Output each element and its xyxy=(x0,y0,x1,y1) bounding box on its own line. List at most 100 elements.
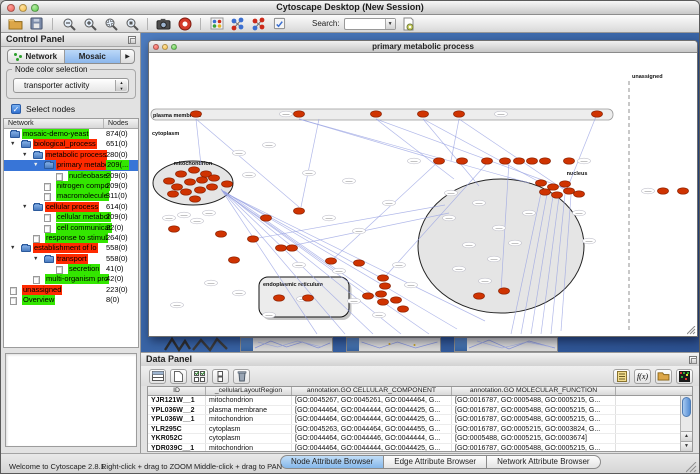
graph-node[interactable] xyxy=(168,191,179,197)
column-header-annotation-go-cellular-component[interactable]: annotation.GO CELLULAR_COMPONENT xyxy=(292,387,452,395)
minimized-window-preview[interactable] xyxy=(164,337,230,352)
graph-node[interactable] xyxy=(274,295,285,301)
formula-builder-button[interactable]: f(x) xyxy=(634,369,651,384)
graph-node[interactable] xyxy=(222,181,233,187)
zoom-in-button[interactable] xyxy=(81,16,98,32)
graph-edge[interactable] xyxy=(376,119,567,189)
graph-node[interactable] xyxy=(172,184,183,190)
background-window[interactable] xyxy=(240,337,333,352)
disclosure-arrow-icon[interactable]: ▼ xyxy=(10,140,15,148)
tree-row-overview[interactable]: Overview8(0) xyxy=(4,295,138,305)
graph-node[interactable] xyxy=(181,189,192,195)
graph-node[interactable] xyxy=(482,158,493,164)
tree-row-cellular-process[interactable]: ▼cellular process614(0) xyxy=(4,202,138,212)
heatmap-button[interactable] xyxy=(676,369,693,384)
table-scrollbar[interactable]: ▲ ▼ xyxy=(680,396,692,451)
graph-node[interactable] xyxy=(378,299,389,305)
background-window-titlebar[interactable] xyxy=(241,338,253,351)
float-panel-icon[interactable] xyxy=(689,356,697,364)
graph-edge[interactable] xyxy=(196,119,201,165)
select-attributes-button[interactable] xyxy=(149,369,166,384)
graph-node[interactable] xyxy=(303,295,314,301)
tab-network[interactable]: Network xyxy=(8,50,65,63)
graph-node[interactable] xyxy=(457,158,468,164)
help-button[interactable] xyxy=(176,16,193,32)
graph-node[interactable] xyxy=(261,215,272,221)
graph-node[interactable] xyxy=(454,111,465,117)
table-row-ypl036w-2[interactable]: YPL036W__2plasma membrane[GO:0044464, GO… xyxy=(148,406,680,416)
tab-edge-attribute-browser[interactable]: Edge Attribute Browser xyxy=(384,455,487,469)
graph-edge[interactable] xyxy=(451,119,459,161)
tab-mosaic[interactable]: Mosaic xyxy=(65,50,122,63)
graph-node[interactable] xyxy=(209,175,220,181)
tree-row-cell-communicat[interactable]: cell communicat22(0) xyxy=(4,223,138,233)
graph-node[interactable] xyxy=(592,111,603,117)
graph-node[interactable] xyxy=(398,306,409,312)
graph-edge[interactable] xyxy=(376,119,454,179)
graph-node[interactable] xyxy=(658,188,669,194)
table-row-ypl036w-1[interactable]: YPL036W__1mitochondrion[GO:0044464, GO:0… xyxy=(148,415,680,425)
close-button[interactable] xyxy=(153,44,159,50)
save-button[interactable] xyxy=(28,16,45,32)
graph-node[interactable] xyxy=(371,111,382,117)
zoom-window-button[interactable] xyxy=(171,44,177,50)
select-nodes-checkbox[interactable]: ✓ xyxy=(11,104,21,114)
tree-column-network[interactable]: Network xyxy=(4,119,104,128)
graph-edge[interactable] xyxy=(299,119,529,183)
minimize-button[interactable] xyxy=(162,44,168,50)
zoom-out-button[interactable] xyxy=(60,16,77,32)
open-file-button[interactable] xyxy=(7,16,24,32)
vizmapper-button[interactable] xyxy=(208,16,225,32)
graph-node[interactable] xyxy=(207,184,218,190)
resize-grip-icon[interactable] xyxy=(686,462,697,473)
graph-node[interactable] xyxy=(564,158,575,164)
scroll-up-button[interactable]: ▲ xyxy=(681,431,692,441)
graph-node[interactable] xyxy=(574,191,585,197)
unselect-attributes-button[interactable] xyxy=(212,369,229,384)
graph-node[interactable] xyxy=(189,167,200,173)
dropdown-stepper-icon[interactable]: ▲▼ xyxy=(115,80,127,91)
graph-node[interactable] xyxy=(391,297,402,303)
tree-row-cellular-metabol[interactable]: cellular metabol209(0) xyxy=(4,212,138,222)
graph-node[interactable] xyxy=(169,226,180,232)
graph-node[interactable] xyxy=(536,180,547,186)
window-titlebar[interactable]: Cytoscape Desktop (New Session) xyxy=(1,1,699,15)
tab-network-attribute-browser[interactable]: Network Attribute Browser xyxy=(487,455,600,469)
zoom-fit-button[interactable] xyxy=(123,16,140,32)
graph-node[interactable] xyxy=(195,187,206,193)
scrollbar-thumb[interactable] xyxy=(682,397,691,417)
graph-node[interactable] xyxy=(378,275,389,281)
disclosure-arrow-icon[interactable]: ▼ xyxy=(10,244,15,252)
graph-node[interactable] xyxy=(514,158,525,164)
search-dropdown-arrow[interactable]: ▼ xyxy=(385,19,395,29)
graph-node[interactable] xyxy=(190,196,201,202)
graph-node[interactable] xyxy=(276,245,287,251)
graph-node[interactable] xyxy=(500,158,511,164)
graph-node[interactable] xyxy=(434,158,445,164)
create-attribute-button[interactable] xyxy=(170,369,187,384)
graph-node[interactable] xyxy=(326,258,337,264)
graph-node[interactable] xyxy=(540,158,551,164)
background-window-titlebar[interactable] xyxy=(347,338,359,351)
graph-edge[interactable] xyxy=(423,119,479,186)
disclosure-arrow-icon[interactable]: ▼ xyxy=(33,161,38,169)
import-attributes-button[interactable] xyxy=(655,369,672,384)
graph-node[interactable] xyxy=(564,188,575,194)
tree-row-nitrogen-compo[interactable]: nitrogen compo209(0) xyxy=(4,181,138,191)
graph-node[interactable] xyxy=(499,288,510,294)
tree-row-mosaic-demo-yeast[interactable]: mosaic-demo-yeast874(0) xyxy=(4,129,138,139)
tab-node-attribute-browser[interactable]: Node Attribute Browser xyxy=(280,455,384,469)
scroll-down-button[interactable]: ▼ xyxy=(681,441,692,451)
search-input[interactable]: ▼ xyxy=(344,18,396,30)
tree-row-macromolecule[interactable]: macromolecule311(0) xyxy=(4,191,138,201)
tree-row-multi-organism-pro[interactable]: multi-organism pro42(0) xyxy=(4,274,138,284)
tree-row-response-to-stimul[interactable]: response to stimul264(0) xyxy=(4,233,138,243)
graph-node[interactable] xyxy=(191,111,202,117)
graph-node[interactable] xyxy=(248,236,259,242)
annotation-button[interactable] xyxy=(271,16,288,32)
graph-node[interactable] xyxy=(294,111,305,117)
tree-header[interactable]: Network Nodes xyxy=(4,119,138,129)
graph-node[interactable] xyxy=(560,181,571,187)
select-all-attributes-button[interactable] xyxy=(191,369,208,384)
graph-node[interactable] xyxy=(474,293,485,299)
